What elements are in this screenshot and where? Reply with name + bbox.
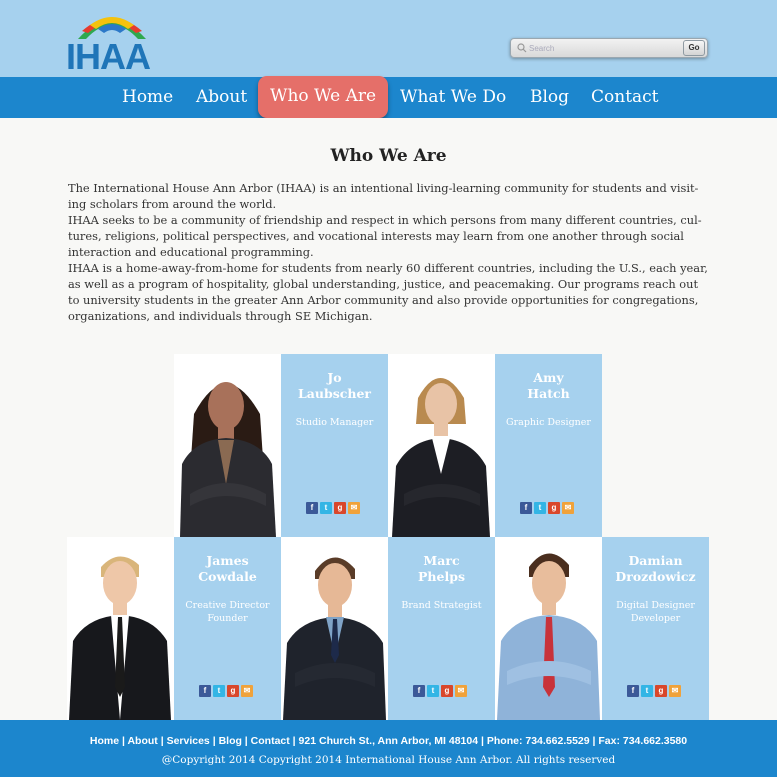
twitter-icon[interactable]: t [641,685,653,697]
search-icon [517,43,527,53]
team-photo-damian-drozdowicz [495,537,602,720]
team-card-damian-drozdowicz: Damian Drozdowicz Digital Designer Develop… [602,537,709,720]
site-footer: Home | About | Services | Blog | Contact… [0,720,777,777]
team-photo-james-cowdale [67,537,174,720]
nav-item-contact[interactable]: Contact [591,77,659,118]
search-input[interactable] [529,41,679,55]
social-links: f t g ✉ [199,685,257,697]
team-member-role: Creative Director Founder [185,600,270,624]
team-card-marc-phelps: Marc Phelps Brand Strategist f t g ✉ [388,537,495,720]
nav-item-home[interactable]: Home [122,77,173,118]
team-member-role: Graphic Designer [506,417,591,428]
facebook-icon[interactable]: f [199,685,211,697]
logo-text: IHAA [66,36,151,77]
facebook-icon[interactable]: f [520,502,532,514]
team-card-jo-laubscher: Jo Laubscher Studio Manager f t g ✉ [281,354,388,537]
team-grid: Jo Laubscher Studio Manager f t g ✉ Amy Ha… [0,354,777,720]
person-portrait-icon [392,378,490,537]
search-go-button[interactable]: Go [683,40,705,56]
email-icon[interactable]: ✉ [241,685,253,697]
nav-item-blog[interactable]: Blog [530,77,569,118]
team-member-role: Studio Manager [295,417,374,428]
intro-paragraph: IHAA seeks to be a community of friendsh… [68,213,702,259]
facebook-icon[interactable]: f [627,685,639,697]
person-portrait-icon [283,557,386,720]
intro-paragraph: The International House Ann Arbor (IHAA)… [68,181,699,211]
team-member-role: Brand Strategist [401,600,482,611]
footer-link-about[interactable]: About [127,735,157,747]
nav-item-who-we-are[interactable]: Who We Are [258,76,389,118]
team-member-name: Marc Phelps [418,553,465,584]
team-photo-jo-laubscher [174,354,281,537]
email-icon[interactable]: ✉ [455,685,467,697]
google-plus-icon[interactable]: g [334,502,346,514]
intro-text: The International House Ann Arbor (IHAA)… [68,180,710,324]
person-portrait-icon [497,553,600,720]
twitter-icon[interactable]: t [427,685,439,697]
nav-item-what-we-do[interactable]: What We Do [400,77,506,118]
footer-copyright: @Copyright 2014 Copyright 2014 Internati… [161,754,616,766]
page-title: Who We Are [330,146,447,166]
twitter-icon[interactable]: t [213,685,225,697]
person-portrait-icon [180,382,276,537]
facebook-icon[interactable]: f [413,685,425,697]
footer-fax: Fax: 734.662.3580 [598,735,688,747]
site-logo[interactable]: IHAA [66,9,168,77]
person-portrait-icon [69,556,171,720]
team-member-name: Jo Laubscher [298,370,371,401]
team-card-amy-hatch: Amy Hatch Graphic Designer f t g ✉ [495,354,602,537]
google-plus-icon[interactable]: g [655,685,667,697]
main-nav: Home About Who We Are What We Do Blog Co… [0,76,777,118]
footer-link-home[interactable]: Home [90,735,119,747]
social-links: f t g ✉ [413,685,471,697]
team-card-james-cowdale: James Cowdale Creative Director Founder f … [174,537,281,720]
email-icon[interactable]: ✉ [669,685,681,697]
footer-link-contact[interactable]: Contact [251,735,290,747]
email-icon[interactable]: ✉ [348,502,360,514]
team-member-role: Digital Designer Developer [616,600,695,624]
intro-paragraph: IHAA is a home-away-from-home for studen… [68,261,708,323]
footer-link-services[interactable]: Services [167,735,210,747]
footer-address: 921 Church St., Ann Arbor, MI 48104 [298,735,479,747]
team-member-name: Damian Drozdowicz [615,553,696,584]
social-links: f t g ✉ [306,502,364,514]
social-links: f t g ✉ [627,685,685,697]
footer-links: Home | About | Services | Blog | Contact… [89,735,688,747]
footer-link-blog[interactable]: Blog [219,735,242,747]
site-header: IHAA Go [0,0,777,77]
social-links: f t g ✉ [520,502,578,514]
team-photo-amy-hatch [388,354,495,537]
google-plus-icon[interactable]: g [227,685,239,697]
team-member-name: James Cowdale [198,553,257,584]
footer-phone: Phone: 734.662.5529 [486,735,590,747]
search-box: Go [510,38,708,58]
facebook-icon[interactable]: f [306,502,318,514]
email-icon[interactable]: ✉ [562,502,574,514]
google-plus-icon[interactable]: g [548,502,560,514]
twitter-icon[interactable]: t [534,502,546,514]
nav-item-about[interactable]: About [196,77,247,118]
twitter-icon[interactable]: t [320,502,332,514]
google-plus-icon[interactable]: g [441,685,453,697]
team-member-name: Amy Hatch [527,370,570,401]
team-photo-marc-phelps [281,537,388,720]
